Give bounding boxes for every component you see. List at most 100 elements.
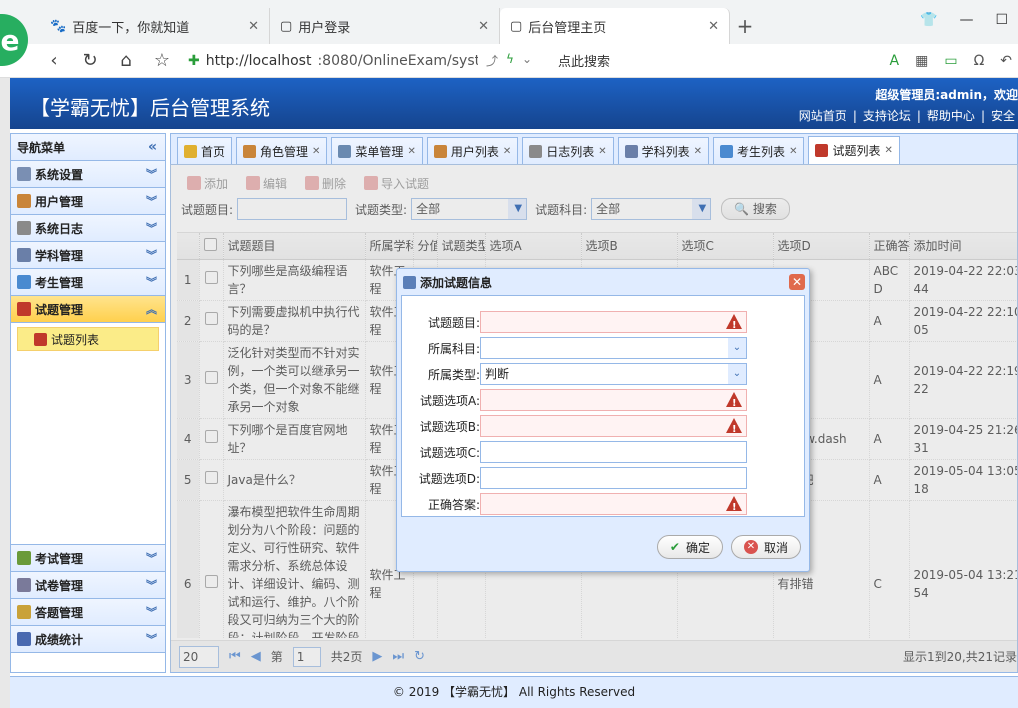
nav-sub-item-question-list[interactable]: 试题列表 [17,327,159,351]
chevron-down-icon[interactable]: ⌄ [522,52,532,69]
field-label: 试题选项A: [419,394,480,408]
content-tab-label: 菜单管理 [355,144,404,159]
field-input[interactable]: 判断 ⌄ [480,363,747,385]
chevron-down-icon: ▼ [514,203,523,214]
header-link[interactable]: 支持论坛 [863,109,911,123]
warning-icon [726,418,742,440]
nav-item-0[interactable]: 系统设置 ︾ [11,161,165,188]
new-tab-button[interactable]: + [730,8,760,44]
nav-item-2[interactable]: 系统日志 ︾ [11,215,165,242]
close-icon[interactable]: ✕ [694,146,702,157]
header-link[interactable]: 安全 [991,109,1015,123]
close-icon[interactable]: ✕ [407,146,415,157]
header-link[interactable]: 帮助中心 [927,109,975,123]
tab-icon [624,144,638,158]
reload-icon[interactable]: ↻ [72,50,108,71]
field-input[interactable] [480,493,747,518]
close-icon[interactable]: ✕ [598,146,606,157]
content-tab-label: 角色管理 [260,144,309,159]
star-icon[interactable]: ☆ [144,50,180,71]
field-label: 试题选项D: [418,472,480,486]
shirt-icon[interactable]: 👕 [920,12,937,28]
content-tab[interactable]: 试题列表 ✕ [808,136,900,164]
content-tab[interactable]: 考生列表 ✕ [713,137,805,164]
battery-icon[interactable]: ▭ [944,53,957,69]
field-label: 正确答案: [427,498,480,512]
field-input[interactable] [480,467,747,489]
home-icon[interactable]: ⌂ [108,50,144,71]
close-icon[interactable]: ✕ [789,274,805,290]
browser-tab[interactable]: ▢ 后台管理主页 ✕ [500,8,730,44]
chevron-down-icon[interactable]: ︾ [146,577,157,593]
nav-item-label: 学科管理 [35,248,84,263]
chevron-down-icon[interactable]: ︾ [146,604,157,620]
field-input[interactable] [480,389,747,414]
address-tools: ⤴ ϟ ⌄ [486,52,532,69]
close-icon[interactable]: ✕ [708,19,719,34]
form-row: 正确答案: [402,493,802,518]
content-tab-label: 考生列表 [737,144,786,159]
chevron-up-icon[interactable]: ︽ [146,301,157,317]
content-tab[interactable]: 日志列表 ✕ [522,137,614,164]
share-icon[interactable]: ⤴ [486,52,498,69]
chevron-down-icon[interactable]: ︾ [146,193,157,209]
search-hint[interactable]: 点此搜索 [558,51,610,70]
address-bar[interactable]: ✚ http://localhost:8080/OnlineExam/syste [188,48,478,74]
close-icon[interactable]: ✕ [312,146,320,157]
close-icon[interactable]: ✕ [884,145,892,156]
browser-tab[interactable]: ▢ 用户登录 ✕ [270,8,500,44]
field-input[interactable] [480,441,747,463]
chevron-down-icon[interactable]: ︾ [146,166,157,182]
back-icon[interactable]: ‹ [36,50,72,71]
field-label: 试题题目: [427,316,480,330]
nav-item-3[interactable]: 学科管理 ︾ [11,242,165,269]
nav-item-4[interactable]: 考生管理 ︾ [11,269,165,296]
cancel-button[interactable]: ✕ 取消 [730,535,801,559]
nav-item-5[interactable]: 试题管理 ︽ [11,296,165,323]
close-icon[interactable]: ✕ [248,19,259,34]
chevron-down-icon[interactable]: ︾ [146,220,157,236]
chevron-down-icon[interactable]: ︾ [146,247,157,263]
nav-item-2[interactable]: 答题管理 ︾ [11,599,165,626]
link-separator: | [916,109,921,123]
browser-tab[interactable]: 🐾 百度一下，你就知道 ✕ [40,8,270,44]
close-icon[interactable]: ✕ [503,146,511,157]
menu-icon [17,275,31,289]
content-tab[interactable]: 用户列表 ✕ [426,137,519,164]
tab-icon [184,144,197,158]
nav-item-1[interactable]: 用户管理 ︾ [11,188,165,215]
nav-item-0[interactable]: 考试管理 ︾ [11,545,165,572]
form-row: 试题选项D: [402,467,802,489]
chevron-down-icon[interactable]: ⌄ [728,338,746,358]
menu-icon [17,632,31,646]
undo-icon[interactable]: ↶ [1000,53,1012,69]
content-tab[interactable]: 学科列表 ✕ [617,137,710,164]
browser-tab-label: 百度一下，你就知道 [72,20,190,36]
lightning-icon[interactable]: ϟ [506,52,514,69]
confirm-button[interactable]: ✔ 确定 [656,535,723,559]
chevron-down-icon[interactable]: ︾ [146,631,157,647]
nav-item-1[interactable]: 试卷管理 ︾ [11,572,165,599]
chevron-down-icon[interactable]: ︾ [146,550,157,566]
close-icon[interactable]: ✕ [789,146,797,157]
apps-icon[interactable]: ▦ [915,53,928,69]
chevron-down-icon[interactable]: ⌄ [728,364,746,384]
form-row: 试题选项B: [402,415,802,440]
cancel-icon: ✕ [743,540,758,554]
header-link[interactable]: 网站首页 [799,109,847,123]
content-tab[interactable]: 菜单管理 ✕ [331,137,423,164]
close-icon[interactable]: ✕ [478,19,489,34]
field-input[interactable] [480,311,747,336]
headphones-icon[interactable]: Ω [974,53,985,69]
window-controls: 👕 — ☐ [920,12,1008,28]
maximize-icon[interactable]: ☐ [995,12,1008,28]
field-input[interactable]: ⌄ [480,337,747,359]
content-tab[interactable]: 首页 [177,137,233,164]
collapse-icon[interactable]: « [148,139,157,155]
translate-icon[interactable]: A [890,53,900,69]
minimize-icon[interactable]: — [959,12,973,28]
content-tab[interactable]: 角色管理 ✕ [236,137,328,164]
field-input[interactable] [480,415,747,440]
nav-item-3[interactable]: 成绩统计 ︾ [11,626,165,653]
chevron-down-icon[interactable]: ︾ [146,274,157,290]
